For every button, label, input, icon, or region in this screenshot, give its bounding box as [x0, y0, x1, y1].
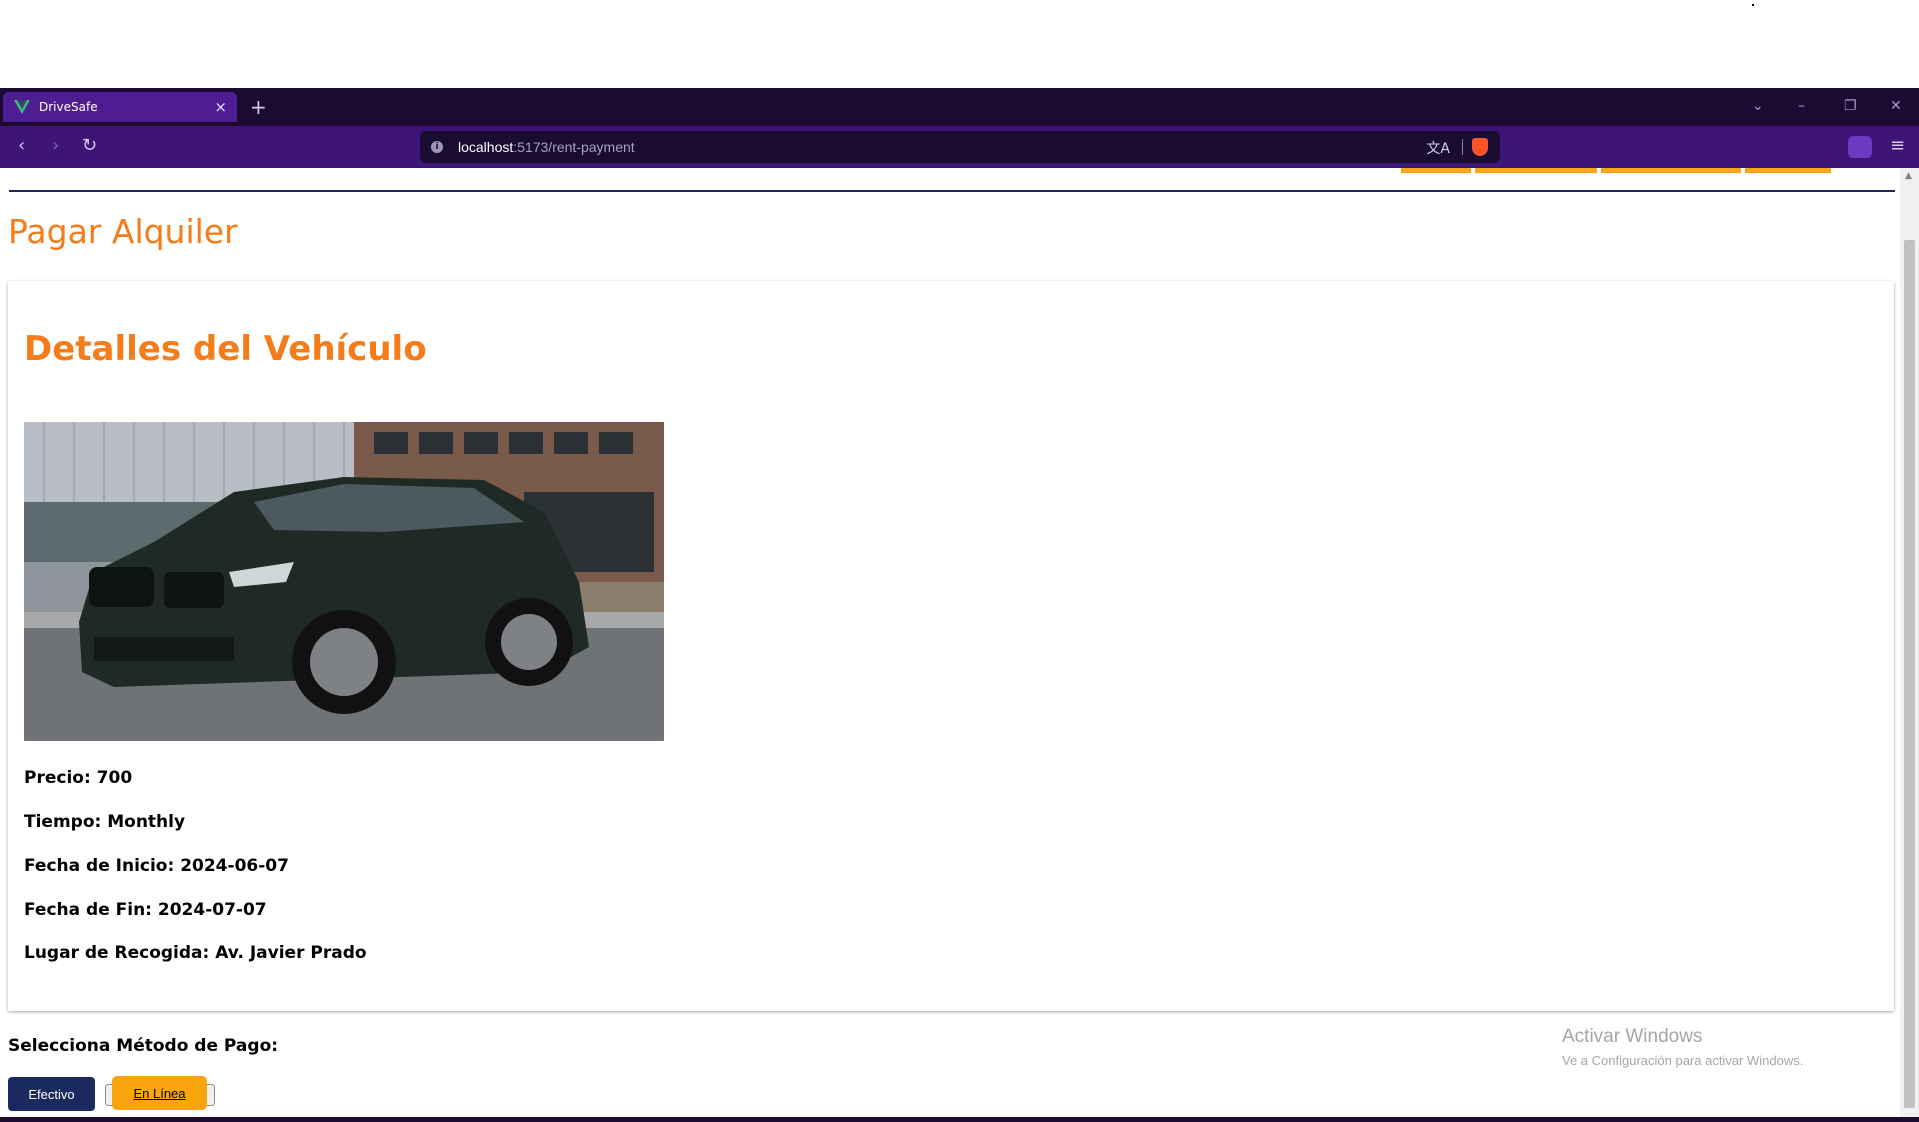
- detail-start-date: Fecha de Inicio: 2024-06-07: [24, 856, 289, 876]
- cash-payment-button[interactable]: Efectivo: [8, 1077, 95, 1111]
- vehicle-details-card: Detalles del Vehículo Precio: 700 Tiempo…: [8, 281, 1894, 1011]
- vehicle-image: [24, 422, 664, 741]
- menu-icon[interactable]: ≡: [1890, 135, 1905, 157]
- windows-activation-title: Activar Windows: [1562, 1026, 1703, 1047]
- header-nav-button[interactable]: [1601, 168, 1741, 173]
- app-header: [9, 168, 1895, 192]
- vehicle-section-title: Detalles del Vehículo: [24, 329, 427, 369]
- close-window-icon[interactable]: ✕: [1890, 97, 1902, 115]
- tab-close-icon[interactable]: ×: [214, 98, 227, 116]
- page-viewport: Pagar Alquiler Detalles del Vehículo Pre…: [0, 168, 1900, 1118]
- new-tab-button[interactable]: +: [250, 94, 267, 120]
- windows-activation-subtitle: Ve a Configuración para activar Windows.: [1562, 1053, 1804, 1068]
- scrollbar-thumb[interactable]: [1904, 240, 1915, 1108]
- browser-tab[interactable]: DriveSafe ×: [3, 92, 237, 122]
- url-path: :5173/rent-payment: [513, 139, 635, 155]
- cursor-dot: [1752, 4, 1754, 6]
- scroll-up-icon[interactable]: ▲: [1905, 171, 1912, 181]
- restore-icon[interactable]: ❐: [1844, 97, 1857, 115]
- address-divider: [1462, 139, 1463, 155]
- detail-pickup-location: Lugar de Recogida: Av. Javier Prado: [24, 943, 367, 963]
- page-title: Pagar Alquiler: [8, 212, 238, 251]
- detail-term: Tiempo: Monthly: [24, 812, 186, 832]
- brave-shields-icon[interactable]: [1472, 138, 1488, 156]
- screen-top-area: [0, 0, 1919, 88]
- address-bar[interactable]: i localhost :5173/rent-payment 文A: [420, 131, 1500, 163]
- taskbar-edge: [0, 1117, 1919, 1122]
- page-scrollbar[interactable]: ▲: [1900, 168, 1919, 1118]
- site-info-icon[interactable]: i: [431, 141, 443, 153]
- forward-button[interactable]: ›: [52, 135, 59, 157]
- payment-method-label-text: Selecciona Método de Pago:: [8, 1036, 279, 1056]
- tab-title: DriveSafe: [39, 100, 98, 114]
- header-nav-button[interactable]: [1745, 168, 1831, 173]
- header-nav-button[interactable]: [1401, 168, 1471, 173]
- tab-search-icon[interactable]: ⌄: [1752, 97, 1764, 115]
- reload-button[interactable]: ↻: [82, 135, 97, 157]
- header-nav-button[interactable]: [1475, 168, 1597, 173]
- url-host: localhost: [458, 139, 514, 155]
- profile-icon[interactable]: [1848, 136, 1872, 158]
- detail-end-date: Fecha de Fin: 2024-07-07: [24, 900, 267, 920]
- back-button[interactable]: ‹: [18, 135, 25, 157]
- translate-icon[interactable]: 文A: [1426, 138, 1450, 158]
- detail-price: Precio: 700: [24, 768, 133, 788]
- minimize-icon[interactable]: –: [1798, 97, 1805, 115]
- vue-logo-icon: [14, 100, 30, 114]
- browser-tabbar: DriveSafe ×: [0, 88, 1919, 126]
- online-payment-button[interactable]: En Línea: [112, 1076, 207, 1110]
